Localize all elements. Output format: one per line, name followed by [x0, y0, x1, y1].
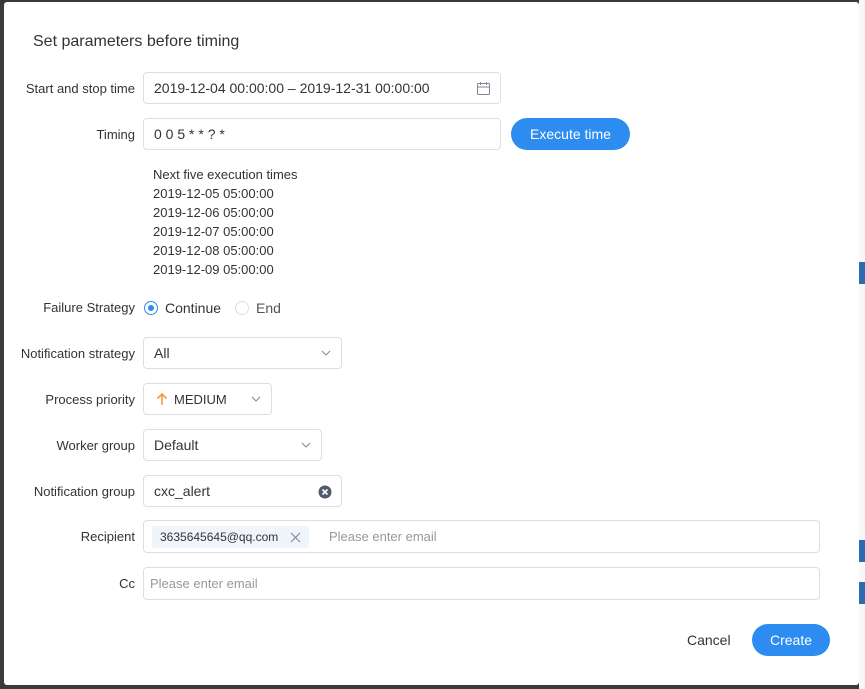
timing-input[interactable]: 0 0 5 * * ? *: [143, 118, 501, 150]
recipient-label: Recipient: [80, 529, 135, 544]
chevron-down-icon: [251, 394, 261, 404]
start-stop-time-label: Start and stop time: [25, 81, 135, 96]
radio-continue-label[interactable]: Continue: [165, 300, 221, 316]
cc-input[interactable]: Please enter email: [143, 567, 820, 600]
cancel-button[interactable]: Cancel: [687, 632, 731, 648]
worker-group-label: Worker group: [56, 438, 135, 453]
worker-group-value: Default: [154, 437, 199, 453]
arrow-up-icon: [156, 392, 168, 406]
failure-strategy-label: Failure Strategy: [43, 300, 135, 315]
execution-time-item: 2019-12-09 05:00:00: [153, 262, 274, 277]
notification-group-value: cxc_alert: [154, 483, 211, 499]
recipient-placeholder: Please enter email: [329, 529, 437, 544]
chevron-down-icon: [321, 348, 331, 358]
notification-strategy-select[interactable]: All: [143, 337, 342, 369]
radio-end-label[interactable]: End: [256, 300, 281, 316]
notification-group-select[interactable]: cxc_alert: [143, 475, 342, 507]
execution-time-item: 2019-12-07 05:00:00: [153, 224, 274, 239]
failure-strategy-radio-group: Continue End: [144, 300, 281, 316]
timing-label: Timing: [96, 127, 135, 142]
radio-end[interactable]: [235, 301, 250, 315]
cc-placeholder: Please enter email: [150, 576, 258, 591]
recipient-tag: 3635645645@qq.com: [152, 526, 310, 548]
clear-icon[interactable]: [318, 485, 332, 499]
execution-times-list: Next five execution times 2019-12-05 05:…: [153, 165, 298, 279]
execution-time-item: 2019-12-06 05:00:00: [153, 205, 274, 220]
process-priority-label: Process priority: [45, 392, 135, 407]
execution-time-item: 2019-12-05 05:00:00: [153, 186, 274, 201]
process-priority-select[interactable]: MEDIUM: [143, 383, 272, 415]
recipient-tag-label: 3635645645@qq.com: [160, 530, 279, 544]
calendar-icon[interactable]: [476, 81, 491, 99]
recipient-input[interactable]: 3635645645@qq.com Please enter email: [143, 520, 820, 553]
timing-value: 0 0 5 * * ? *: [154, 126, 225, 142]
cc-label: Cc: [119, 576, 135, 591]
notification-strategy-value: All: [154, 345, 170, 361]
execute-time-button[interactable]: Execute time: [511, 118, 630, 150]
close-icon[interactable]: [290, 532, 301, 543]
execution-times-heading: Next five execution times: [153, 167, 298, 182]
execution-time-item: 2019-12-08 05:00:00: [153, 243, 274, 258]
start-stop-time-input[interactable]: 2019-12-04 00:00:00 – 2019-12-31 00:00:0…: [143, 72, 501, 104]
create-button[interactable]: Create: [752, 624, 830, 656]
notification-group-label: Notification group: [33, 484, 135, 499]
chevron-down-icon: [301, 440, 311, 450]
process-priority-value: MEDIUM: [174, 391, 227, 407]
notification-strategy-label: Notification strategy: [20, 346, 135, 361]
worker-group-select[interactable]: Default: [143, 429, 322, 461]
timing-dialog: Set parameters before timing Start and s…: [4, 2, 859, 685]
radio-continue[interactable]: [144, 301, 158, 315]
start-stop-time-value: 2019-12-04 00:00:00 – 2019-12-31 00:00:0…: [154, 80, 430, 96]
background-edge: [859, 0, 865, 689]
dialog-title: Set parameters before timing: [33, 33, 240, 50]
